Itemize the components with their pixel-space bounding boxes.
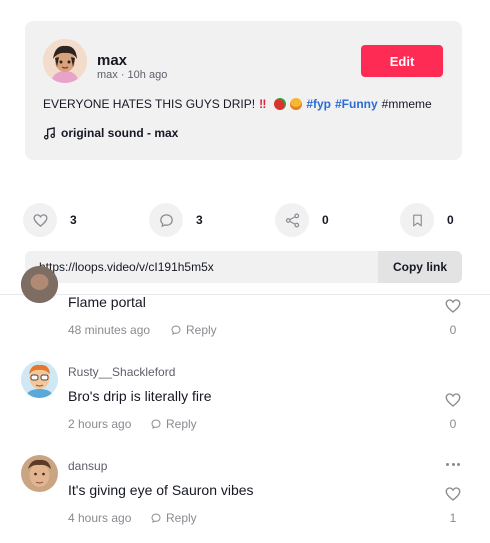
comment-time: 4 hours ago: [68, 511, 132, 525]
author-meta: max · 10h ago: [97, 69, 168, 81]
comment-action[interactable]: 3: [149, 203, 203, 237]
bookmark-button[interactable]: [400, 203, 434, 237]
heart-icon: [32, 213, 48, 227]
bookmark-action[interactable]: 0: [400, 203, 454, 237]
post-caption: EVERYONE HATES THIS GUYS DRIP! ‼ #fyp #F…: [43, 97, 432, 111]
like-count: 3: [70, 213, 77, 227]
comment-time: 2 hours ago: [68, 417, 132, 431]
reply-button[interactable]: Reply: [150, 417, 197, 431]
sound-link[interactable]: original sound - max: [43, 126, 178, 140]
pepper-emoji-icon: [274, 98, 287, 110]
music-note-icon: [43, 126, 56, 139]
share-icon: [285, 213, 299, 227]
heart-icon[interactable]: [444, 485, 462, 503]
share-link-row: https://loops.video/v/cI191h5m5x Copy li…: [25, 251, 462, 283]
like-button[interactable]: [23, 203, 57, 237]
heart-icon[interactable]: [444, 297, 462, 315]
comment-button[interactable]: [149, 203, 183, 237]
bookmark-count: 0: [447, 213, 454, 227]
grimace-emoji-icon: [290, 98, 303, 110]
hashtag-funny[interactable]: #Funny: [335, 97, 378, 111]
bookmark-icon: [412, 214, 422, 226]
reply-bubble-icon: [171, 325, 181, 335]
comment-avatar[interactable]: [21, 455, 58, 492]
post-card: max max · 10h ago Edit EVERYONE HATES TH…: [25, 21, 462, 160]
author-avatar[interactable]: [43, 39, 87, 83]
reply-label: Reply: [186, 323, 217, 337]
heart-icon[interactable]: [444, 391, 462, 409]
comment-like-count: 0: [449, 417, 457, 431]
reply-label: Reply: [166, 511, 197, 525]
reply-button[interactable]: Reply: [150, 511, 197, 525]
comment-count: 3: [196, 213, 203, 227]
comment-text: It's giving eye of Sauron vibes: [68, 482, 254, 498]
comment-like-count: 1: [449, 511, 457, 525]
share-action[interactable]: 0: [275, 203, 329, 237]
copy-link-button[interactable]: Copy link: [378, 251, 462, 283]
share-link-url[interactable]: https://loops.video/v/cI191h5m5x: [25, 251, 378, 283]
hashtag-mmeme[interactable]: #mmeme: [382, 97, 432, 111]
comment-like-count: 0: [449, 323, 457, 337]
comment-avatar[interactable]: [21, 361, 58, 398]
double-exclamation-icon: ‼: [259, 97, 267, 111]
comment-time: 48 minutes ago: [68, 323, 151, 337]
comment-avatar[interactable]: [21, 266, 58, 303]
comment-username[interactable]: dansup: [68, 459, 107, 473]
hashtag-fyp[interactable]: #fyp: [306, 97, 331, 111]
caption-text: EVERYONE HATES THIS GUYS DRIP!: [43, 97, 256, 111]
sound-label: original sound - max: [61, 126, 179, 140]
edit-button[interactable]: Edit: [361, 45, 443, 77]
reply-bubble-icon: [151, 419, 161, 429]
more-options-icon[interactable]: [446, 463, 460, 469]
like-action[interactable]: 3: [23, 203, 77, 237]
share-count: 0: [322, 213, 329, 227]
comment-text: Flame portal: [68, 294, 146, 310]
reply-button[interactable]: Reply: [170, 323, 217, 337]
comment-text: Bro's drip is literally fire: [68, 388, 212, 404]
comment-bubble-icon: [159, 213, 173, 227]
reply-label: Reply: [166, 417, 197, 431]
reply-bubble-icon: [151, 513, 161, 523]
share-button[interactable]: [275, 203, 309, 237]
comment-username[interactable]: Rusty__Shackleford: [68, 365, 175, 379]
author-name[interactable]: max: [97, 52, 127, 69]
